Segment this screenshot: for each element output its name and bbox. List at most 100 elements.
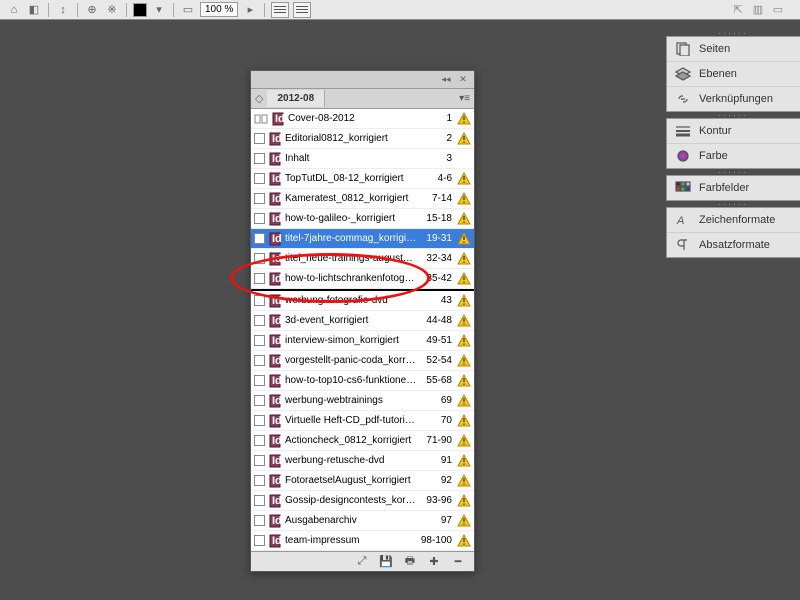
tool-icon[interactable]: ▭ xyxy=(180,2,196,18)
book-row[interactable]: Id 3d-event_korrigiert 44-48 xyxy=(251,311,474,331)
row-checkbox[interactable] xyxy=(254,295,265,306)
panel-item-parastyles[interactable]: Absatzformate xyxy=(667,233,800,257)
svg-text:Id: Id xyxy=(272,375,282,387)
panel-item-links[interactable]: Verknüpfungen xyxy=(667,87,800,111)
close-icon[interactable]: ✕ xyxy=(456,74,470,86)
doc-page-range: 49-51 xyxy=(420,335,454,346)
book-row[interactable]: Id titel-7jahre-commag_korrigiert 19-31 xyxy=(251,229,474,249)
panel-item-layers[interactable]: Ebenen xyxy=(667,62,800,87)
svg-text:Id: Id xyxy=(272,515,282,527)
sync-icon[interactable]: ⤢ xyxy=(354,555,370,569)
row-checkbox[interactable] xyxy=(254,495,265,506)
book-row[interactable]: Id Inhalt 3 xyxy=(251,149,474,169)
panel-item-charstyles[interactable]: AZeichenformate xyxy=(667,208,800,233)
row-checkbox[interactable] xyxy=(254,455,265,466)
collapse-icon[interactable]: ◂◂ xyxy=(439,74,453,86)
indesign-doc-icon: Id xyxy=(268,172,282,186)
indesign-doc-icon: Id xyxy=(268,514,282,528)
row-checkbox[interactable] xyxy=(254,253,265,264)
row-checkbox[interactable] xyxy=(254,535,265,546)
warning-icon xyxy=(457,394,471,408)
book-row[interactable]: Id vorgestellt-panic-coda_korrigiert 52-… xyxy=(251,351,474,371)
book-row[interactable]: Id werbung-fotografie-dvd 43 xyxy=(251,291,474,311)
tool-icon[interactable]: ※ xyxy=(104,2,120,18)
panel-item-pages[interactable]: Seiten xyxy=(667,37,800,62)
indesign-doc-icon: Id xyxy=(268,212,282,226)
book-row[interactable]: Id Ausgabenarchiv 97 xyxy=(251,511,474,531)
remove-icon[interactable]: ━ xyxy=(450,555,466,569)
book-row[interactable]: Id Gossip-designcontests_korrigiert 93-9… xyxy=(251,491,474,511)
zoom-field[interactable]: 100 % xyxy=(200,2,238,17)
book-row[interactable]: Id Cover-08-2012 1 xyxy=(251,109,474,129)
fill-swatch[interactable] xyxy=(133,3,147,17)
panel-item-swatches[interactable]: Farbfelder xyxy=(667,176,800,200)
indesign-doc-icon: Id xyxy=(268,232,282,246)
tool-icon[interactable]: ⇱ xyxy=(730,2,746,18)
row-checkbox[interactable] xyxy=(254,335,265,346)
warning-icon xyxy=(457,112,471,126)
row-checkbox[interactable] xyxy=(254,395,265,406)
row-checkbox[interactable] xyxy=(254,193,265,204)
row-checkbox[interactable] xyxy=(254,233,265,244)
book-row[interactable]: Id team-impressum 98-100 xyxy=(251,531,474,551)
align-button[interactable] xyxy=(293,2,311,18)
book-row[interactable]: Id Editorial0812_korrigiert 2 xyxy=(251,129,474,149)
book-row[interactable]: Id FotoraetselAugust_korrigiert 92 xyxy=(251,471,474,491)
book-row[interactable]: Id werbung-webtrainings 69 xyxy=(251,391,474,411)
svg-text:Id: Id xyxy=(272,193,282,205)
doc-name: interview-simon_korrigiert xyxy=(285,335,417,346)
svg-text:Id: Id xyxy=(272,295,282,307)
indesign-doc-icon: Id xyxy=(268,294,282,308)
row-checkbox[interactable] xyxy=(254,375,265,386)
align-button[interactable] xyxy=(271,2,289,18)
chevron-down-icon[interactable]: ▾ xyxy=(151,2,167,18)
row-checkbox[interactable] xyxy=(254,273,265,284)
book-row[interactable]: Id how-to-lichtschrankenfotografie_korri… xyxy=(251,269,474,289)
tool-icon[interactable]: ⊕ xyxy=(84,2,100,18)
svg-text:Id: Id xyxy=(275,113,285,125)
book-row[interactable]: Id Kameratest_0812_korrigiert 7-14 xyxy=(251,189,474,209)
book-tab[interactable]: 2012-08 xyxy=(267,90,325,107)
add-icon[interactable]: ✚ xyxy=(426,555,442,569)
doc-page-range: 98-100 xyxy=(420,535,454,546)
book-row[interactable]: Id titel_neue-trainings-august_korrigier… xyxy=(251,249,474,269)
tool-icon[interactable]: ◧ xyxy=(26,2,42,18)
tool-icon[interactable]: ▭ xyxy=(770,2,786,18)
row-checkbox[interactable] xyxy=(254,475,265,486)
book-row[interactable]: Id how-to-top10-cs6-funktionen-dreamweav… xyxy=(251,371,474,391)
doc-name: TopTutDL_08-12_korrigiert xyxy=(285,173,417,184)
warning-icon xyxy=(457,434,471,448)
panel-item-color[interactable]: Farbe xyxy=(667,144,800,168)
row-checkbox[interactable] xyxy=(254,435,265,446)
row-checkbox[interactable] xyxy=(254,213,265,224)
tool-icon[interactable]: ▥ xyxy=(750,2,766,18)
chevron-down-icon[interactable]: ▸ xyxy=(242,2,258,18)
book-row[interactable]: Id Virtuelle Heft-CD_pdf-tutorial_korrig… xyxy=(251,411,474,431)
book-row[interactable]: Id interview-simon_korrigiert 49-51 xyxy=(251,331,474,351)
svg-text:Id: Id xyxy=(272,153,282,165)
panel-titlebar[interactable]: ◂◂ ✕ xyxy=(251,71,474,89)
doc-page-range: 44-48 xyxy=(420,315,454,326)
tool-icon[interactable]: ↕ xyxy=(55,2,71,18)
row-checkbox[interactable] xyxy=(254,355,265,366)
row-checkbox[interactable] xyxy=(254,415,265,426)
save-icon[interactable]: 💾 xyxy=(378,555,394,569)
svg-text:Id: Id xyxy=(272,535,282,547)
doc-name: werbung-fotografie-dvd xyxy=(285,295,417,306)
row-checkbox[interactable] xyxy=(254,515,265,526)
book-row[interactable]: Id how-to-galileo-_korrigiert 15-18 xyxy=(251,209,474,229)
print-icon[interactable]: 🖶 xyxy=(402,555,418,569)
panel-menu-icon[interactable]: ▾≡ xyxy=(459,93,470,104)
book-row[interactable]: Id TopTutDL_08-12_korrigiert 4-6 xyxy=(251,169,474,189)
row-checkbox[interactable] xyxy=(254,173,265,184)
svg-text:Id: Id xyxy=(272,233,282,245)
indesign-doc-icon: Id xyxy=(268,434,282,448)
book-row[interactable]: Id Actioncheck_0812_korrigiert 71-90 xyxy=(251,431,474,451)
book-row[interactable]: Id werbung-retusche-dvd 91 xyxy=(251,451,474,471)
row-checkbox[interactable] xyxy=(254,133,265,144)
tool-icon[interactable]: ⌂ xyxy=(6,2,22,18)
doc-name: Ausgabenarchiv xyxy=(285,515,417,526)
row-checkbox[interactable] xyxy=(254,153,265,164)
panel-item-stroke[interactable]: Kontur xyxy=(667,119,800,144)
row-checkbox[interactable] xyxy=(254,315,265,326)
